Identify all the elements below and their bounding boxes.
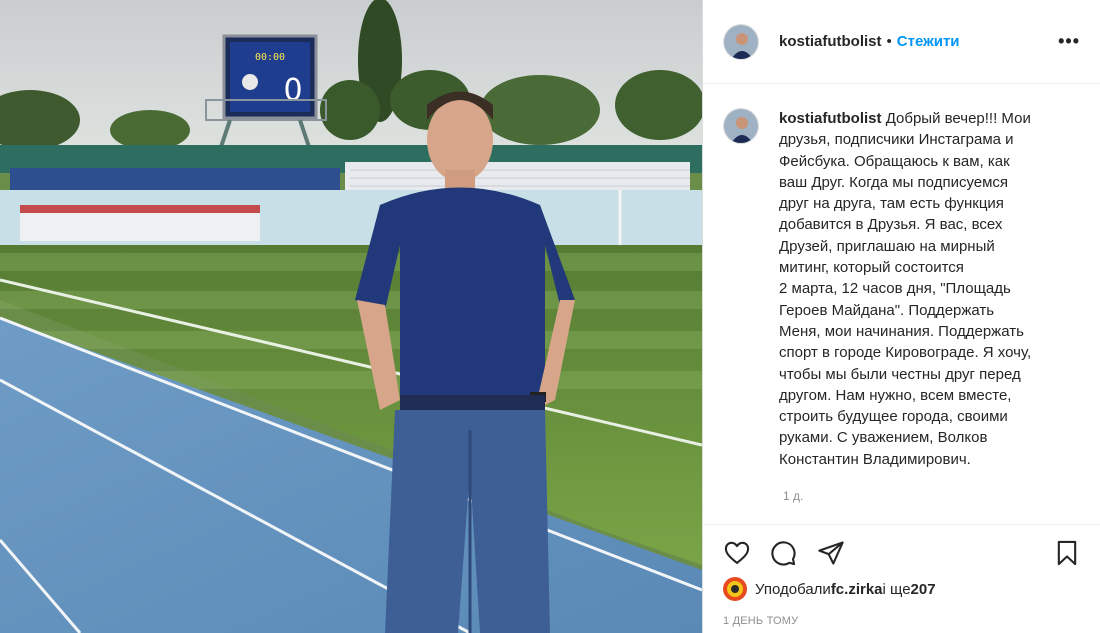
likes-count[interactable]: 207 [911, 581, 936, 598]
stadium-photo: 00:00 0 [0, 0, 702, 633]
caption: kostiafutbolist Добрый вечер!!! Мои друз… [723, 108, 1083, 470]
caption-username[interactable]: kostiafutbolist [779, 110, 882, 127]
post-sidebar: kostiafutbolist • Стежити ••• kostiafutb… [702, 0, 1100, 633]
share-icon[interactable] [817, 539, 845, 567]
scoreboard-score: 0 [283, 73, 302, 108]
likes-summary: Уподобали fc.zirka і ще 207 [723, 577, 936, 601]
caption-avatar[interactable] [723, 108, 759, 144]
avatar-image [724, 109, 758, 143]
post-photo[interactable]: 00:00 0 [0, 0, 702, 633]
liker-avatar-icon[interactable] [723, 577, 747, 601]
header-username[interactable]: kostiafutbolist [779, 33, 882, 50]
action-bar [703, 524, 1100, 584]
relative-time[interactable]: 1 д. [783, 489, 803, 503]
caption-body: Добрый вечер!!! Мои друзья, подписчики И… [779, 110, 1032, 468]
likes-prefix: Уподобали [755, 580, 831, 598]
avatar[interactable] [723, 23, 759, 60]
caption-text-block: kostiafutbolist Добрый вечер!!! Мои друз… [779, 108, 1079, 470]
follow-button[interactable]: Стежити [897, 33, 960, 50]
bookmark-icon[interactable] [1053, 539, 1081, 567]
avatar-image [724, 24, 758, 59]
post-date[interactable]: 1 ДЕНЬ ТОМУ [723, 615, 798, 627]
comment-icon[interactable] [769, 539, 797, 567]
likes-middle: і ще [882, 580, 911, 598]
heart-icon[interactable] [723, 539, 751, 567]
liker-username[interactable]: fc.zirka [831, 581, 883, 598]
more-options-icon[interactable]: ••• [1058, 32, 1080, 50]
scoreboard-time: 00:00 [255, 52, 285, 63]
separator-dot: • [886, 33, 892, 50]
post-header: kostiafutbolist • Стежити ••• [703, 0, 1100, 84]
